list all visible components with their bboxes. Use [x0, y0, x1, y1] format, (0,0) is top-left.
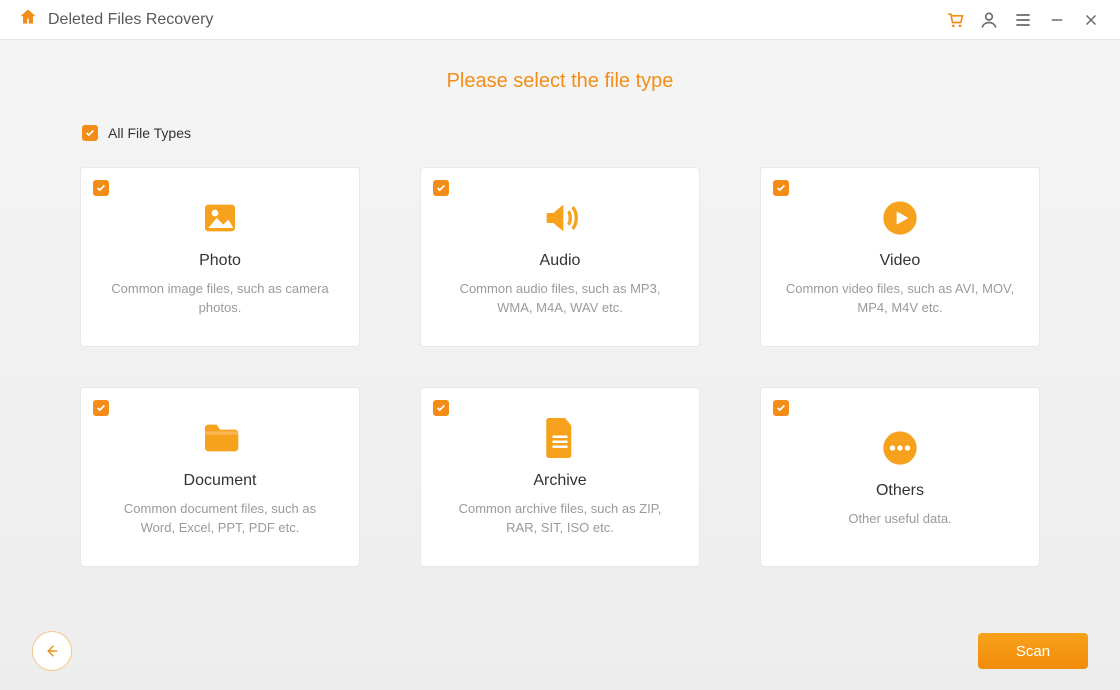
card-audio-checkbox[interactable]: [433, 180, 449, 196]
card-archive-desc: Common archive files, such as ZIP, RAR, …: [445, 500, 675, 538]
folder-icon: [200, 418, 240, 458]
card-others[interactable]: Others Other useful data.: [760, 387, 1040, 567]
card-video-desc: Common video files, such as AVI, MOV, MP…: [785, 280, 1015, 318]
card-video-title: Video: [880, 252, 921, 270]
back-button[interactable]: [32, 631, 72, 671]
titlebar: Deleted Files Recovery: [0, 0, 1120, 40]
archive-icon: [540, 418, 580, 458]
others-icon: [880, 428, 920, 468]
card-audio-desc: Common audio files, such as MP3, WMA, M4…: [445, 280, 675, 318]
card-photo[interactable]: Photo Common image files, such as camera…: [80, 167, 360, 347]
all-file-types-label: All File Types: [108, 125, 191, 141]
scan-button[interactable]: Scan: [978, 633, 1088, 669]
card-archive[interactable]: Archive Common archive files, such as ZI…: [420, 387, 700, 567]
video-icon: [880, 198, 920, 238]
account-icon[interactable]: [974, 5, 1004, 35]
card-video-checkbox[interactable]: [773, 180, 789, 196]
home-icon[interactable]: [18, 7, 38, 32]
card-photo-title: Photo: [199, 252, 241, 270]
card-photo-desc: Common image files, such as camera photo…: [105, 280, 335, 318]
card-video[interactable]: Video Common video files, such as AVI, M…: [760, 167, 1040, 347]
card-document[interactable]: Document Common document files, such as …: [80, 387, 360, 567]
photo-icon: [200, 198, 240, 238]
card-photo-checkbox[interactable]: [93, 180, 109, 196]
all-file-types-row[interactable]: All File Types: [82, 125, 1120, 141]
card-audio[interactable]: Audio Common audio files, such as MP3, W…: [420, 167, 700, 347]
card-document-title: Document: [184, 472, 257, 490]
card-document-checkbox[interactable]: [93, 400, 109, 416]
file-type-grid: Photo Common image files, such as camera…: [80, 167, 1040, 567]
all-file-types-checkbox[interactable]: [82, 125, 98, 141]
card-archive-title: Archive: [533, 472, 586, 490]
card-others-desc: Other useful data.: [848, 510, 951, 529]
card-archive-checkbox[interactable]: [433, 400, 449, 416]
audio-icon: [540, 198, 580, 238]
card-audio-title: Audio: [540, 252, 581, 270]
window-title: Deleted Files Recovery: [48, 11, 213, 29]
minimize-icon[interactable]: [1042, 5, 1072, 35]
card-document-desc: Common document files, such as Word, Exc…: [105, 500, 335, 538]
menu-icon[interactable]: [1008, 5, 1038, 35]
cart-icon[interactable]: [940, 5, 970, 35]
card-others-checkbox[interactable]: [773, 400, 789, 416]
page-heading: Please select the file type: [0, 70, 1120, 93]
card-others-title: Others: [876, 482, 924, 500]
close-icon[interactable]: [1076, 5, 1106, 35]
footer: Scan: [0, 612, 1120, 690]
